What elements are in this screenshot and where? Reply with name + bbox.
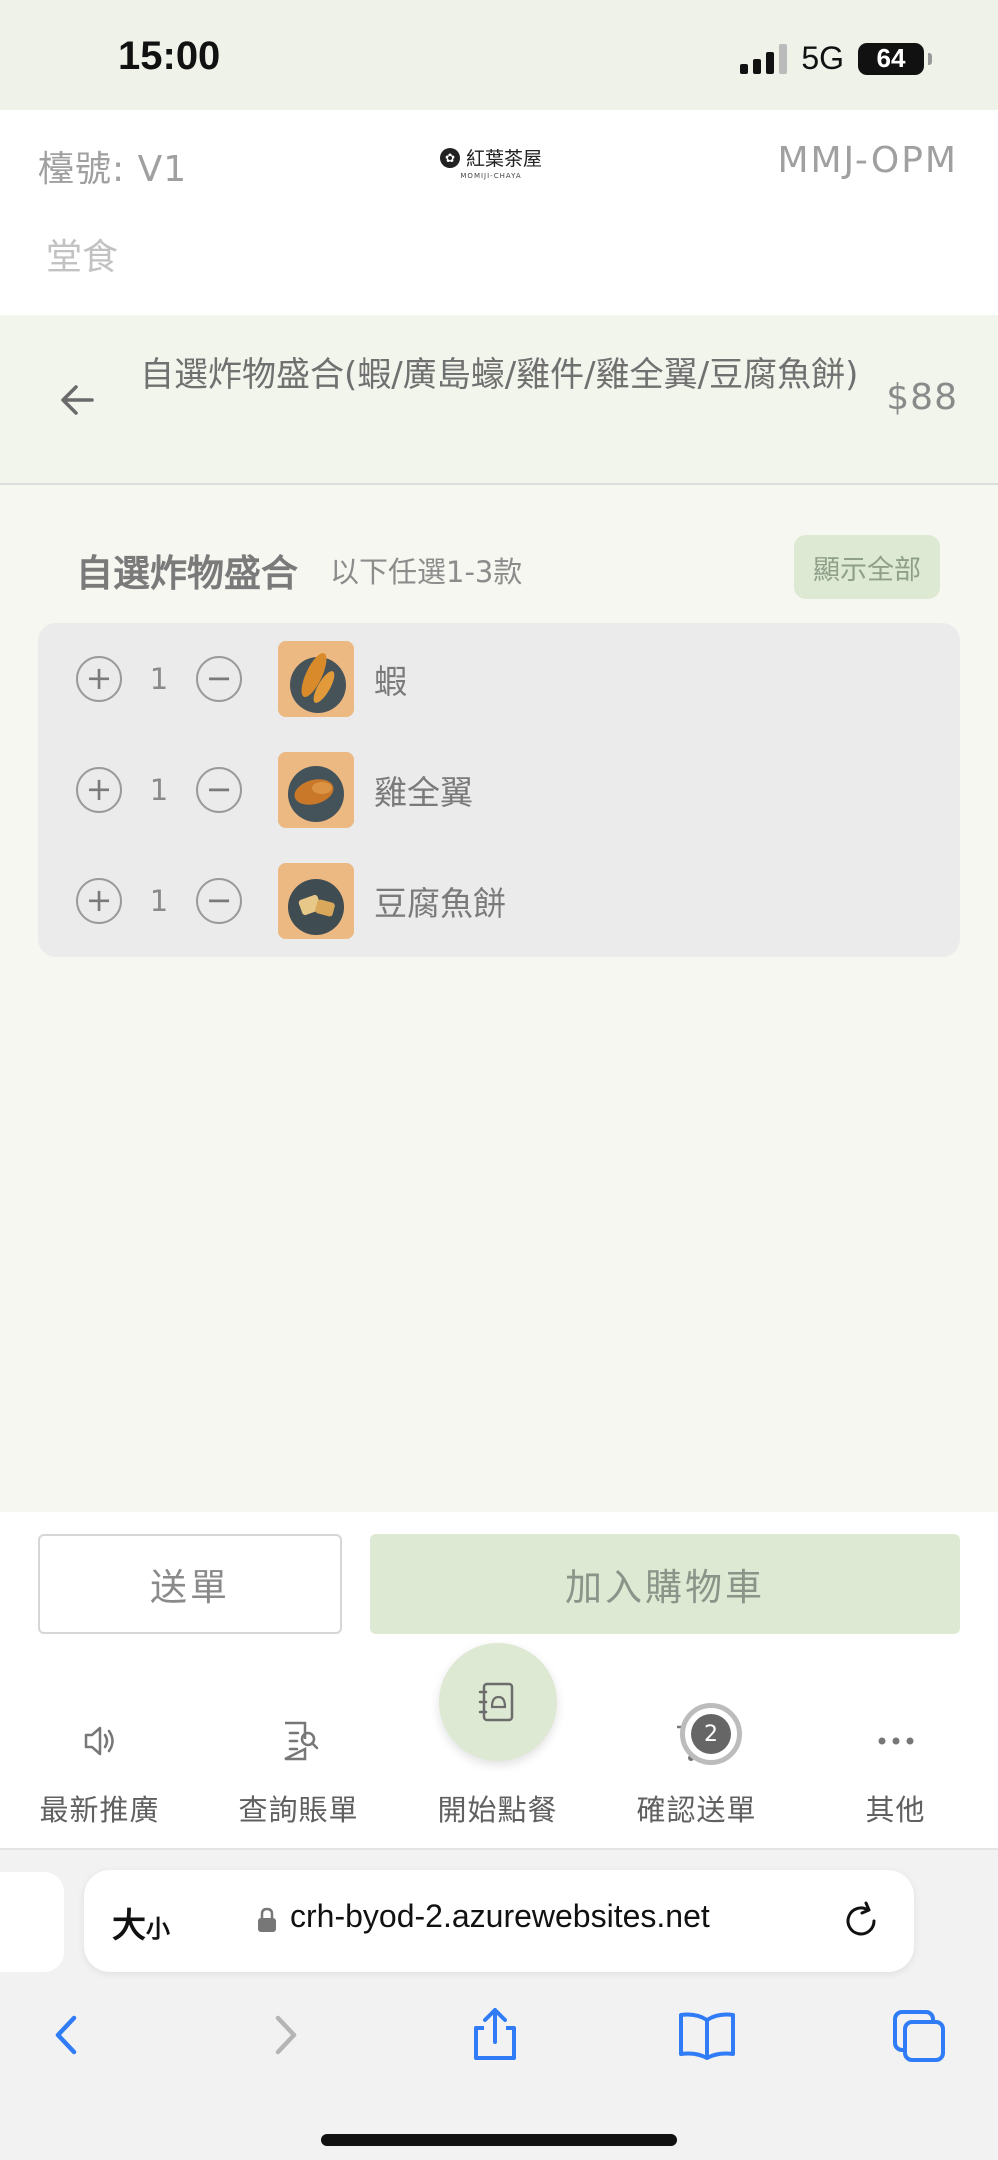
tabs-icon[interactable] <box>885 2000 955 2070</box>
start-order-button[interactable] <box>439 1643 557 1761</box>
dine-type: 堂食 <box>46 237 119 278</box>
option-name: 蝦 <box>374 662 407 701</box>
bookmarks-icon[interactable] <box>672 2000 742 2070</box>
cart-badge: 2 <box>680 1703 742 1765</box>
forward-icon[interactable] <box>250 2000 320 2070</box>
logo-subtitle: MOMIJI-CHAYA <box>460 172 522 180</box>
maple-leaf-icon: ✿ <box>440 147 460 168</box>
browser-toolbar <box>0 2000 998 2080</box>
tab-label: 確認送單 <box>636 1793 757 1827</box>
tab-label: 其他 <box>865 1793 926 1827</box>
cart-count: 2 <box>691 1714 731 1754</box>
option-quantity: 1 <box>149 773 169 807</box>
list-item: + 1 − 雞全翼 <box>38 750 960 830</box>
store-code: MMJ-OPM <box>777 140 958 181</box>
lock-icon <box>258 1907 276 1932</box>
network-label: 5G <box>801 40 844 76</box>
battery-icon: 64 <box>858 42 932 75</box>
tab-label: 開始點餐 <box>437 1793 558 1827</box>
action-area: 送單 加入購物車 <box>0 1512 998 1647</box>
browser-chrome: 大小 crh-byod-2.azurewebsites.net <box>0 1850 998 2160</box>
url-text: crh-byod-2.azurewebsites.net <box>290 1898 710 1934</box>
decrease-button[interactable]: − <box>196 878 242 924</box>
share-icon[interactable] <box>460 2000 530 2070</box>
option-name: 雞全翼 <box>374 773 473 812</box>
menu-book-icon <box>478 1682 514 1722</box>
item-title: 自選炸物盛合(蝦/廣島蠔/雞件/雞全翼/豆腐魚餅) <box>140 355 859 395</box>
option-group-title: 自選炸物盛合 <box>76 552 298 595</box>
tab-more[interactable]: 其他 <box>796 1647 995 1850</box>
food-image <box>278 641 354 717</box>
tab-label: 最新推廣 <box>39 1793 160 1827</box>
app-header: 檯號: V1 ✿ 紅葉茶屋 MOMIJI-CHAYA MMJ-OPM 堂食 <box>0 110 998 315</box>
tab-label: 查詢賬單 <box>238 1793 359 1827</box>
list-item: + 1 − 豆腐魚餅 <box>38 861 960 941</box>
text-size-button[interactable]: 大小 <box>112 1898 170 1947</box>
home-indicator <box>321 2134 677 2146</box>
text-size-small: 小 <box>146 1916 170 1943</box>
back-arrow-icon[interactable] <box>54 375 104 425</box>
more-icon <box>878 1737 913 1745</box>
option-group-hint: 以下任選1-3款 <box>330 555 523 589</box>
previous-tab-preview[interactable] <box>0 1872 64 1972</box>
reload-icon[interactable] <box>838 1898 884 1944</box>
decrease-button[interactable]: − <box>196 656 242 702</box>
item-header: 自選炸物盛合(蝦/廣島蠔/雞件/雞全翼/豆腐魚餅) $88 <box>0 315 998 485</box>
status-time: 15:00 <box>118 34 221 78</box>
option-quantity: 1 <box>149 884 169 918</box>
tab-bill[interactable]: 查詢賬單 <box>199 1647 398 1850</box>
increase-button[interactable]: + <box>76 767 122 813</box>
option-list: + 1 − 蝦 + 1 − 雞全翼 + 1 − 豆腐魚餅 <box>38 623 960 957</box>
speaker-icon <box>84 1726 114 1756</box>
send-order-button[interactable]: 送單 <box>38 1534 342 1634</box>
signal-icon <box>740 43 788 74</box>
table-number: 檯號: V1 <box>38 149 188 190</box>
address-bar[interactable]: 大小 crh-byod-2.azurewebsites.net <box>84 1870 914 1972</box>
bottom-tab-bar: 最新推廣 查詢賬單 開始點餐 確認送單 其他 2 <box>0 1643 998 1850</box>
add-to-cart-button[interactable]: 加入購物車 <box>370 1534 960 1634</box>
food-image <box>278 863 354 939</box>
option-name: 豆腐魚餅 <box>374 884 506 923</box>
food-image <box>278 752 354 828</box>
brand-logo: ✿ 紅葉茶屋 MOMIJI-CHAYA <box>440 144 542 180</box>
item-price: $88 <box>886 377 958 418</box>
increase-button[interactable]: + <box>76 878 122 924</box>
status-indicators: 5G 64 <box>740 40 932 77</box>
status-bar: 15:00 5G 64 <box>0 0 998 110</box>
text-size-large: 大 <box>112 1907 146 1945</box>
back-icon[interactable] <box>32 2000 102 2070</box>
show-all-button[interactable]: 顯示全部 <box>794 535 940 599</box>
tab-promotions[interactable]: 最新推廣 <box>0 1647 199 1850</box>
increase-button[interactable]: + <box>76 656 122 702</box>
decrease-button[interactable]: − <box>196 767 242 813</box>
bill-search-icon <box>283 1721 318 1761</box>
option-quantity: 1 <box>149 662 169 696</box>
list-item: + 1 − 蝦 <box>38 639 960 719</box>
logo-text: 紅葉茶屋 <box>466 148 543 170</box>
